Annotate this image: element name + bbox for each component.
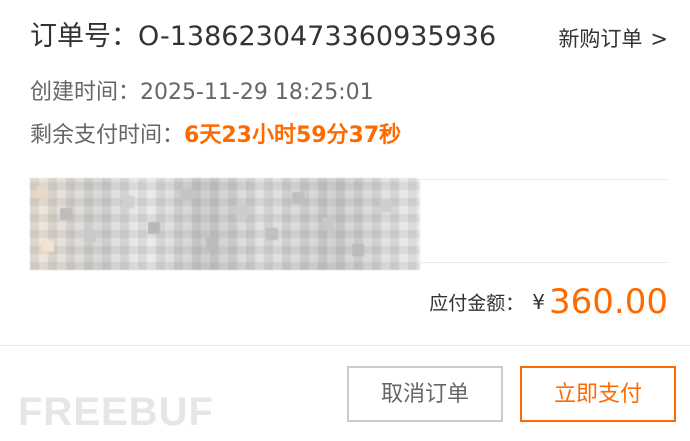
freebuf-watermark: FREEBUF <box>18 390 214 434</box>
payable-amount-row: 应付金额： ¥360.00 <box>429 282 668 326</box>
divider <box>418 262 668 263</box>
new-order-label: 新购订单 <box>558 27 643 51</box>
chevron-right-icon: > <box>650 27 668 51</box>
blurred-product-icon <box>30 178 420 270</box>
remaining-time-row: 剩余支付时间：6天23小时59分37秒 <box>30 121 401 151</box>
order-header: 订单号：O-1386230473360935936 新购订单 > <box>30 18 668 58</box>
created-time-label: 创建时间： <box>30 80 141 105</box>
new-order-link[interactable]: 新购订单 > <box>558 23 668 55</box>
created-time-value: 2025-11-29 18:25:01 <box>140 80 374 105</box>
payment-countdown: 6天23小时59分37秒 <box>184 123 402 148</box>
footer-divider <box>0 345 690 346</box>
payable-amount: 360.00 <box>549 282 668 322</box>
cancel-order-button[interactable]: 取消订单 <box>347 366 503 422</box>
payable-amount-label: 应付金额： <box>429 292 525 315</box>
divider <box>418 179 668 180</box>
remaining-time-label: 剩余支付时间： <box>30 123 185 148</box>
created-time-row: 创建时间：2025-11-29 18:25:01 <box>30 78 374 108</box>
currency-symbol: ¥ <box>532 290 546 314</box>
pay-now-button[interactable]: 立即支付 <box>520 366 676 422</box>
order-card: 订单号：O-1386230473360935936 新购订单 > 创建时间：202… <box>0 0 690 441</box>
order-number: 订单号：O-1386230473360935936 <box>30 21 497 52</box>
